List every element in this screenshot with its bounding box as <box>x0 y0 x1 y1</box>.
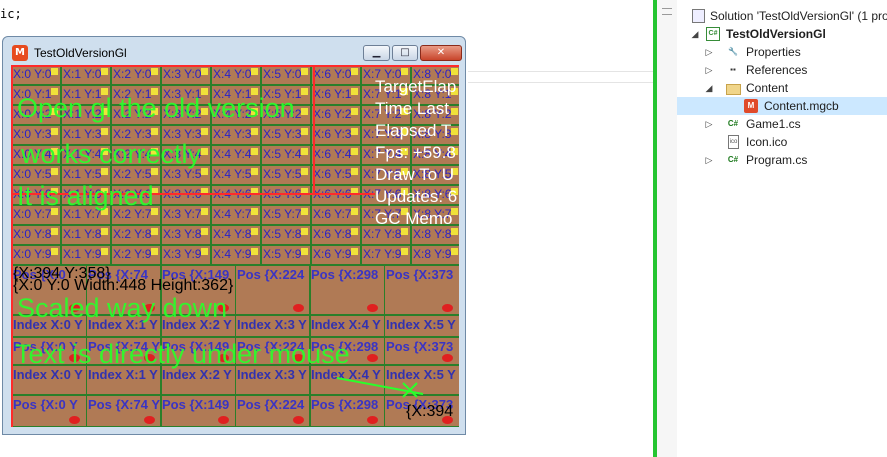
csharp-project-icon: C# <box>706 27 720 41</box>
tree-item-project[interactable]: ◢ C# TestOldVersionGl <box>677 25 887 43</box>
mouse-pointer-marker <box>336 377 424 398</box>
game-window[interactable]: M TestOldVersionGl ▁ □ ✕ X:0 Y:0 X:1 Y:0 X… <box>2 36 466 435</box>
scrollbar-gutter[interactable] <box>657 0 678 457</box>
image-file-icon: ico <box>728 135 739 149</box>
editor-divider <box>468 82 653 83</box>
tree-item-label: Properties <box>746 45 801 59</box>
tree-item-label: References <box>746 63 808 77</box>
tree-item-program[interactable]: ▷ C# Program.cs <box>677 151 887 169</box>
tree-item-label: Icon.ico <box>746 135 788 149</box>
tree-item-content[interactable]: ◢ Content <box>677 79 887 97</box>
collapsed-arrow-icon[interactable]: ▷ <box>704 61 714 79</box>
minimize-button[interactable]: ▁ <box>363 45 390 61</box>
expanded-arrow-icon[interactable]: ◢ <box>704 79 714 97</box>
csharp-file-icon: C# <box>727 155 739 164</box>
tree-item-label: Game1.cs <box>746 117 801 131</box>
references-icon: ▪▪ <box>730 65 736 74</box>
close-button[interactable]: ✕ <box>420 45 462 61</box>
window-titlebar[interactable]: M TestOldVersionGl ▁ □ ✕ <box>3 37 465 65</box>
wrench-icon: 🔧 <box>728 47 738 56</box>
solution-icon <box>692 9 705 23</box>
monogame-app-icon: M <box>12 45 28 61</box>
tree-item-label: Solution 'TestOldVersionGl' (1 pro <box>710 9 887 23</box>
window-title: TestOldVersionGl <box>34 46 127 60</box>
game-canvas[interactable]: X:0 Y:0 X:1 Y:0 X:2 Y:0 X:3 Y:0 X:4 Y:0 X:5 Y… <box>11 65 459 427</box>
tree-item-icon[interactable]: ico Icon.ico <box>677 133 887 151</box>
solution-explorer: Solution 'TestOldVersionGl' (1 pro ◢ C# … <box>677 0 887 457</box>
tree-item-content-mgcb[interactable]: M Content.mgcb <box>677 97 887 115</box>
folder-icon <box>726 84 741 95</box>
monogame-icon: M <box>744 99 758 113</box>
editor-divider <box>468 71 653 72</box>
expanded-arrow-icon[interactable]: ◢ <box>690 25 700 43</box>
tree-item-solution[interactable]: Solution 'TestOldVersionGl' (1 pro <box>677 7 887 25</box>
collapsed-arrow-icon[interactable]: ▷ <box>704 151 714 169</box>
tree-item-label: TestOldVersionGl <box>726 27 826 41</box>
collapsed-arrow-icon[interactable]: ▷ <box>704 43 714 61</box>
tree-item-label: Content <box>746 81 789 95</box>
tree-item-label: Program.cs <box>746 153 808 167</box>
tree-item-references[interactable]: ▷ ▪▪ References <box>677 61 887 79</box>
tree-item-properties[interactable]: ▷ 🔧 Properties <box>677 43 887 61</box>
csharp-file-icon: C# <box>727 119 739 128</box>
tree-item-label: Content.mgcb <box>764 99 839 113</box>
maximize-button[interactable]: □ <box>392 45 418 61</box>
code-fragment: ic; <box>0 7 22 21</box>
collapsed-arrow-icon[interactable]: ▷ <box>704 115 714 133</box>
tree-item-game1[interactable]: ▷ C# Game1.cs <box>677 115 887 133</box>
